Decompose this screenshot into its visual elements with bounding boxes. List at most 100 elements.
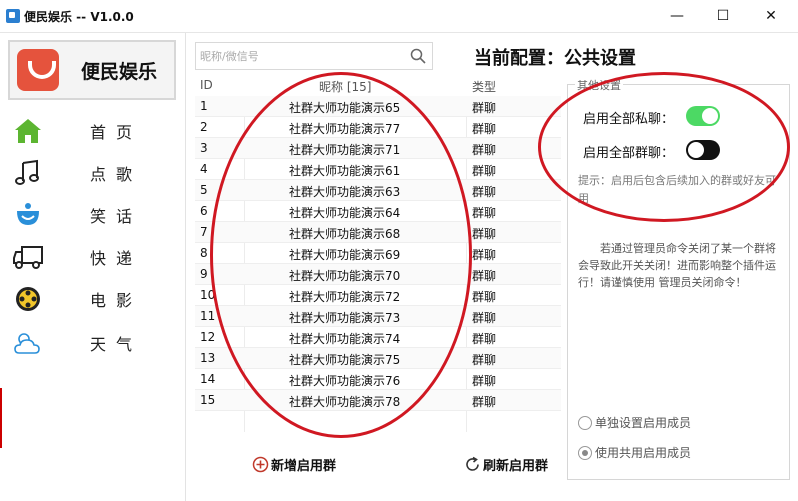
table-row[interactable]: 14 社群大师功能演示76 群聊 xyxy=(195,369,561,390)
cell-name: 社群大师功能演示63 xyxy=(289,185,401,199)
table-row[interactable]: 5 社群大师功能演示63 群聊 xyxy=(195,180,561,201)
table-row[interactable]: 7 社群大师功能演示68 群聊 xyxy=(195,222,561,243)
radio-separate-members[interactable]: 单独设置启用成员 xyxy=(578,414,691,431)
cell-id: 4 xyxy=(200,162,208,176)
brand-name: 便民娱乐 xyxy=(81,60,158,83)
settings-legend: 其他设置 xyxy=(575,77,623,93)
cell-id: 6 xyxy=(200,204,208,218)
cell-type: 群聊 xyxy=(472,185,497,199)
cell-id: 12 xyxy=(200,330,216,344)
cell-name: 社群大师功能演示74 xyxy=(289,332,401,346)
add-group-label: 新增启用群 xyxy=(271,459,337,474)
sidebar-item-label: 快递 xyxy=(90,249,143,268)
refresh-icon xyxy=(466,456,479,471)
cell-type: 群聊 xyxy=(472,101,497,115)
cell-type: 群聊 xyxy=(472,353,497,367)
app-icon xyxy=(6,9,20,23)
column-header-name[interactable]: 昵称 [15] xyxy=(319,78,371,95)
refresh-group-button[interactable]: 刷新启用群 xyxy=(464,455,548,474)
table-row[interactable]: 3 社群大师功能演示71 群聊 xyxy=(195,138,561,159)
smile-icon xyxy=(10,200,46,230)
cell-type: 群聊 xyxy=(472,248,497,262)
settings-hint: 提示：启用后包含后续加入的群或好友可用 xyxy=(578,174,776,205)
cell-name: 社群大师功能演示68 xyxy=(289,227,401,241)
table-row[interactable]: 13 社群大师功能演示75 群聊 xyxy=(195,348,561,369)
settings-warning: 若通过管理员命令关闭了某一个群将会导致此开关关闭！进而影响整个插件运行！请谨慎使… xyxy=(578,242,776,289)
sidebar-item-express[interactable]: 快递 xyxy=(10,239,175,275)
column-header-id[interactable]: ID xyxy=(200,78,213,92)
sidebar-item-label: 电影 xyxy=(90,291,143,310)
cell-type: 群聊 xyxy=(472,164,497,178)
sidebar-item-movie[interactable]: 电影 xyxy=(10,281,175,317)
table-row[interactable]: 10 社群大师功能演示72 群聊 xyxy=(195,285,561,306)
table-row[interactable]: 1 社群大师功能演示65 群聊 xyxy=(195,96,561,117)
table-row[interactable]: 9 社群大师功能演示70 群聊 xyxy=(195,264,561,285)
config-title: 当前配置：公共设置 xyxy=(474,48,636,69)
search-icon[interactable] xyxy=(410,48,426,64)
close-button[interactable]: ✕ xyxy=(748,0,794,32)
cell-type: 群聊 xyxy=(472,395,497,409)
group-chat-toggle[interactable] xyxy=(686,140,720,160)
minimize-button[interactable]: — xyxy=(654,0,700,32)
sidebar: 便民娱乐 首页 点歌 笑话 快递 电影 天气 xyxy=(0,33,186,501)
table-row[interactable]: 11 社群大师功能演示73 群聊 xyxy=(195,306,561,327)
table-header: ID 昵称 [15] 类型 xyxy=(195,76,561,96)
search-input[interactable] xyxy=(196,43,396,69)
title-bar: 便民娱乐 -- V1.0.0 — ☐ ✕ xyxy=(0,0,798,33)
cell-id: 8 xyxy=(200,246,208,260)
cell-name: 社群大师功能演示71 xyxy=(289,143,401,157)
weather-icon xyxy=(10,328,46,358)
add-group-button[interactable]: 新增启用群 xyxy=(252,455,336,474)
search-box xyxy=(195,42,433,70)
table-row[interactable]: 4 社群大师功能演示61 群聊 xyxy=(195,159,561,180)
refresh-group-label: 刷新启用群 xyxy=(483,459,549,474)
home-icon xyxy=(10,116,46,146)
sidebar-item-home[interactable]: 首页 xyxy=(10,113,175,149)
radio-button[interactable] xyxy=(578,445,592,460)
cell-id: 7 xyxy=(200,225,208,239)
window-title: 便民娱乐 -- V1.0.0 xyxy=(24,10,134,24)
table-row[interactable]: 12 社群大师功能演示74 群聊 xyxy=(195,327,561,348)
add-circle-icon xyxy=(252,456,269,473)
table-row[interactable]: 8 社群大师功能演示69 群聊 xyxy=(195,243,561,264)
table-row[interactable]: 2 社群大师功能演示77 群聊 xyxy=(195,117,561,138)
table-row[interactable]: 6 社群大师功能演示64 群聊 xyxy=(195,201,561,222)
cell-name: 社群大师功能演示78 xyxy=(289,395,401,409)
sidebar-item-weather[interactable]: 天气 xyxy=(10,325,175,361)
cell-name: 社群大师功能演示64 xyxy=(289,206,401,220)
sidebar-item-joke[interactable]: 笑话 xyxy=(10,197,175,233)
cell-type: 群聊 xyxy=(472,122,497,136)
column-header-type[interactable]: 类型 xyxy=(472,78,496,95)
radio-button[interactable] xyxy=(578,415,592,430)
cell-type: 群聊 xyxy=(472,290,497,304)
private-chat-toggle[interactable] xyxy=(686,106,720,126)
cell-id: 1 xyxy=(200,99,208,113)
cell-name: 社群大师功能演示70 xyxy=(289,269,401,283)
left-edge-marker xyxy=(0,388,2,448)
cell-name: 社群大师功能演示61 xyxy=(289,164,401,178)
cell-name: 社群大师功能演示73 xyxy=(289,311,401,325)
cell-id: 3 xyxy=(200,141,208,155)
toggle-knob xyxy=(688,142,704,158)
cell-type: 群聊 xyxy=(472,311,497,325)
private-chat-label: 启用全部私聊： xyxy=(583,112,675,127)
group-chat-label: 启用全部群聊： xyxy=(583,146,675,161)
cell-id: 10 xyxy=(200,288,216,302)
table-row[interactable]: 15 社群大师功能演示78 群聊 xyxy=(195,390,561,411)
toggle-knob xyxy=(702,108,718,124)
cell-id: 2 xyxy=(200,120,208,134)
music-note-icon xyxy=(10,158,46,188)
cell-name: 社群大师功能演示75 xyxy=(289,353,401,367)
cell-id: 9 xyxy=(200,267,208,281)
sidebar-item-song[interactable]: 点歌 xyxy=(10,155,175,191)
maximize-button[interactable]: ☐ xyxy=(700,0,746,32)
brand-logo-icon xyxy=(17,49,59,91)
film-reel-icon xyxy=(10,284,46,314)
cell-name: 社群大师功能演示65 xyxy=(289,101,401,115)
cell-name: 社群大师功能演示69 xyxy=(289,248,401,262)
cell-type: 群聊 xyxy=(472,206,497,220)
cell-id: 13 xyxy=(200,351,216,365)
cell-type: 群聊 xyxy=(472,143,497,157)
cell-type: 群聊 xyxy=(472,374,497,388)
radio-shared-members[interactable]: 使用共用启用成员 xyxy=(578,444,691,461)
